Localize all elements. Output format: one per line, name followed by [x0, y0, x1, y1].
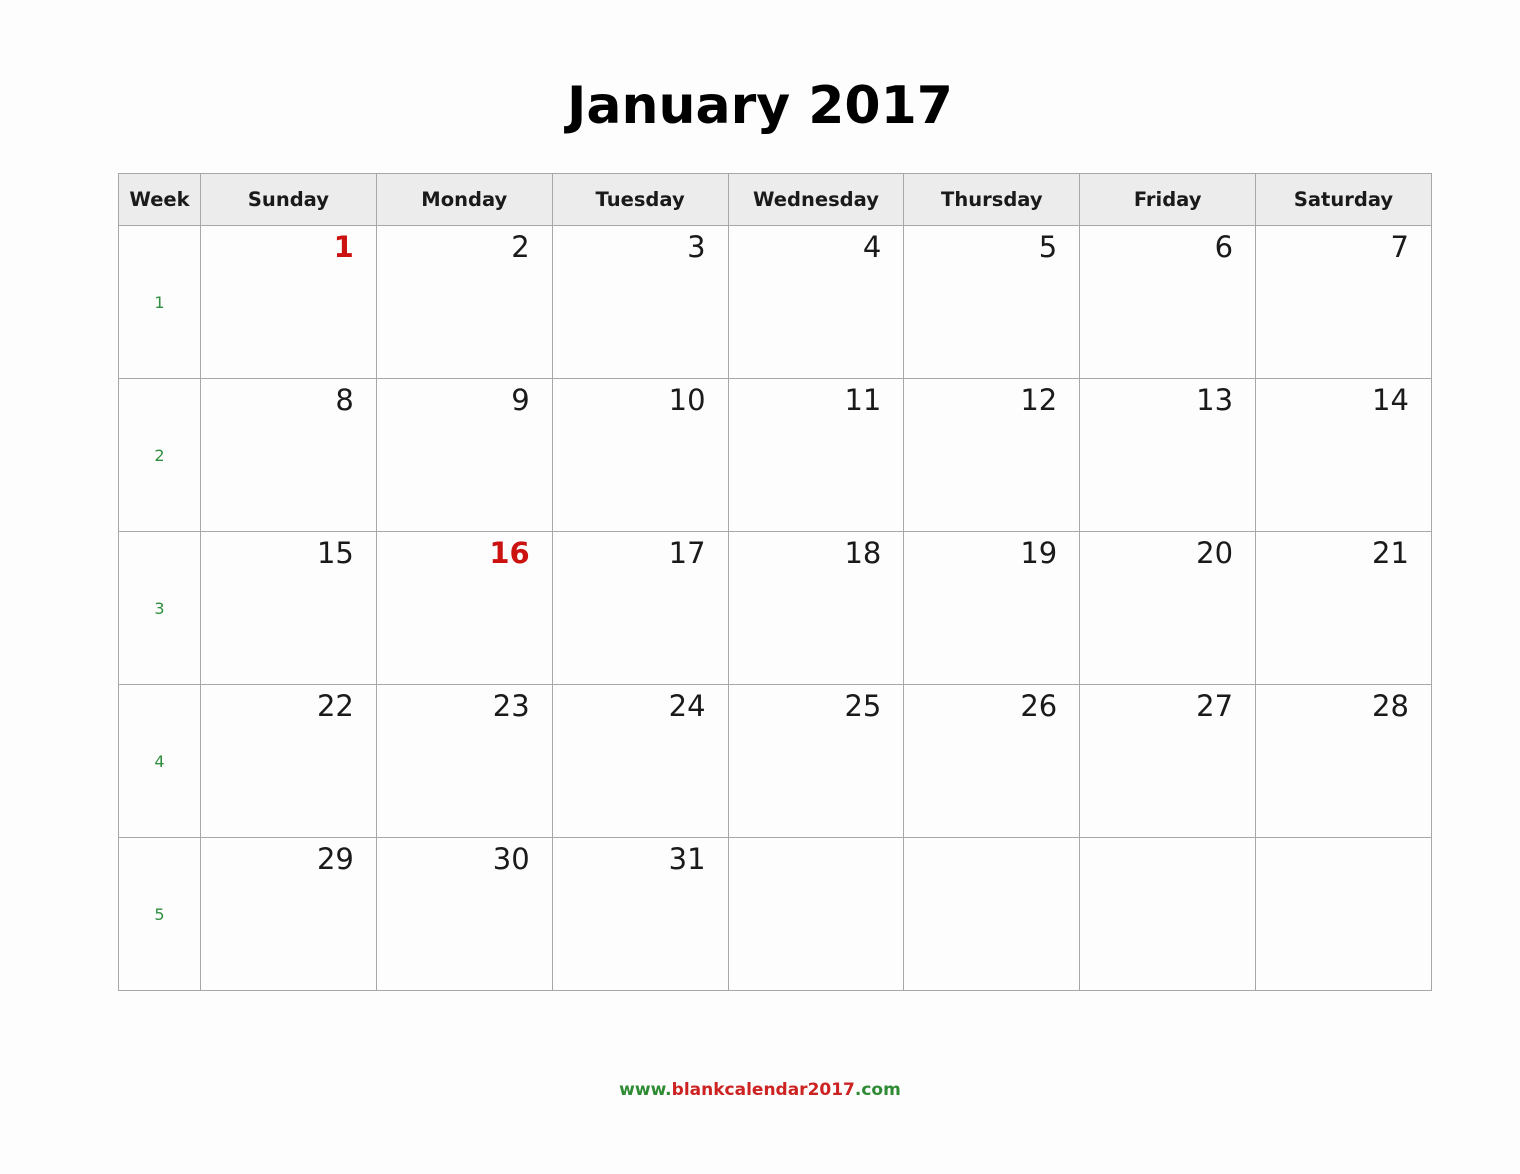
week-number-cell: 2: [118, 378, 201, 532]
header-day-sunday: Sunday: [200, 173, 377, 226]
day-cell[interactable]: 30: [375, 837, 553, 991]
day-cell[interactable]: 14: [1255, 378, 1432, 532]
day-cell[interactable]: 25: [727, 684, 905, 838]
day-number: 26: [1020, 689, 1058, 723]
day-cell[interactable]: 26: [903, 684, 1081, 838]
day-number: 19: [1020, 536, 1058, 570]
day-number: 15: [316, 536, 354, 570]
day-cell[interactable]: 4: [727, 225, 905, 379]
day-number: [904, 838, 1079, 876]
day-number: 7: [1390, 230, 1409, 264]
day-number: 22: [316, 689, 354, 723]
header-day-monday: Monday: [375, 173, 553, 226]
day-cell[interactable]: 12: [903, 378, 1081, 532]
page-title: January 2017: [567, 76, 953, 136]
day-number: 12: [1020, 383, 1058, 417]
calendar-page: January 2017 Week Sunday Monday Tuesday …: [0, 0, 1520, 1174]
day-number: [729, 838, 904, 876]
footer-watermark: www.blankcalendar2017.com: [0, 1082, 1520, 1099]
day-cell[interactable]: 19: [903, 531, 1081, 685]
header-week: Week: [118, 173, 201, 226]
footer-suffix: .com: [854, 1080, 901, 1100]
day-number: 10: [668, 383, 706, 417]
day-number: 28: [1372, 689, 1409, 723]
header-day-saturday: Saturday: [1255, 173, 1432, 226]
day-number: 25: [844, 689, 882, 723]
day-cell[interactable]: 13: [1079, 378, 1257, 532]
footer-site-name: blankcalendar2017: [671, 1080, 855, 1100]
footer-prefix: www.: [619, 1080, 672, 1100]
calendar-body: 1 1 2 3 4 5 6 7 2 8 9 10 11 12 13 14 3 15 16 17 18 19 20 21 4 22 2…: [118, 225, 1432, 991]
day-number: 2: [511, 230, 530, 264]
calendar-week-row: 2 8 9 10 11 12 13 14: [118, 378, 1432, 532]
day-number: [1080, 838, 1255, 876]
header-day-wednesday: Wednesday: [727, 173, 905, 226]
day-cell-empty[interactable]: [727, 837, 905, 991]
day-cell[interactable]: 16: [375, 531, 553, 685]
header-day-thursday: Thursday: [903, 173, 1081, 226]
day-cell[interactable]: 31: [551, 837, 729, 991]
day-number: 1: [333, 230, 354, 264]
day-cell[interactable]: 20: [1079, 531, 1257, 685]
calendar-week-row: 1 1 2 3 4 5 6 7: [118, 225, 1432, 379]
day-cell[interactable]: 18: [727, 531, 905, 685]
day-cell[interactable]: 6: [1079, 225, 1257, 379]
day-number: 23: [492, 689, 530, 723]
day-number: 11: [844, 383, 882, 417]
day-cell[interactable]: 1: [200, 225, 377, 379]
calendar-table: Week Sunday Monday Tuesday Wednesday Thu…: [118, 173, 1432, 991]
calendar-week-row: 4 22 23 24 25 26 27 28: [118, 684, 1432, 838]
day-cell[interactable]: 2: [375, 225, 553, 379]
day-number: 17: [668, 536, 706, 570]
day-cell[interactable]: 27: [1079, 684, 1257, 838]
day-cell[interactable]: 22: [200, 684, 377, 838]
day-number: [1256, 838, 1431, 876]
day-cell[interactable]: 3: [551, 225, 729, 379]
day-cell-empty[interactable]: [1079, 837, 1257, 991]
day-cell[interactable]: 7: [1255, 225, 1432, 379]
week-number-cell: 4: [118, 684, 201, 838]
day-cell[interactable]: 24: [551, 684, 729, 838]
calendar-header: Week Sunday Monday Tuesday Wednesday Thu…: [118, 173, 1432, 226]
week-number-cell: 1: [118, 225, 201, 379]
calendar-table-wrapper: Week Sunday Monday Tuesday Wednesday Thu…: [118, 173, 1432, 991]
day-cell[interactable]: 28: [1255, 684, 1432, 838]
day-number: 30: [492, 842, 530, 876]
calendar-week-row: 5 29 30 31: [118, 837, 1432, 991]
day-number: 16: [489, 536, 530, 570]
day-number: 29: [316, 842, 354, 876]
day-number: 27: [1196, 689, 1234, 723]
day-cell-empty[interactable]: [1255, 837, 1432, 991]
day-number: 13: [1196, 383, 1234, 417]
day-number: 18: [844, 536, 882, 570]
day-number: 21: [1372, 536, 1409, 570]
day-number: 9: [511, 383, 530, 417]
day-number: 5: [1038, 230, 1058, 264]
day-number: 24: [668, 689, 706, 723]
header-day-tuesday: Tuesday: [551, 173, 729, 226]
day-cell[interactable]: 11: [727, 378, 905, 532]
day-cell-empty[interactable]: [903, 837, 1081, 991]
day-cell[interactable]: 8: [200, 378, 377, 532]
day-number: 3: [687, 230, 706, 264]
day-cell[interactable]: 23: [375, 684, 553, 838]
day-cell[interactable]: 21: [1255, 531, 1432, 685]
day-cell[interactable]: 29: [200, 837, 377, 991]
day-number: 4: [862, 230, 882, 264]
day-number: 8: [335, 383, 354, 417]
day-number: 6: [1214, 230, 1234, 264]
day-number: 14: [1372, 383, 1409, 417]
header-row: Week Sunday Monday Tuesday Wednesday Thu…: [118, 173, 1432, 226]
week-number-cell: 5: [118, 837, 201, 991]
day-cell[interactable]: 15: [200, 531, 377, 685]
day-number: 31: [668, 842, 706, 876]
header-day-friday: Friday: [1079, 173, 1257, 226]
day-cell[interactable]: 5: [903, 225, 1081, 379]
day-cell[interactable]: 10: [551, 378, 729, 532]
day-cell[interactable]: 17: [551, 531, 729, 685]
week-number-cell: 3: [118, 531, 201, 685]
calendar-week-row: 3 15 16 17 18 19 20 21: [118, 531, 1432, 685]
day-cell[interactable]: 9: [375, 378, 553, 532]
day-number: 20: [1196, 536, 1234, 570]
